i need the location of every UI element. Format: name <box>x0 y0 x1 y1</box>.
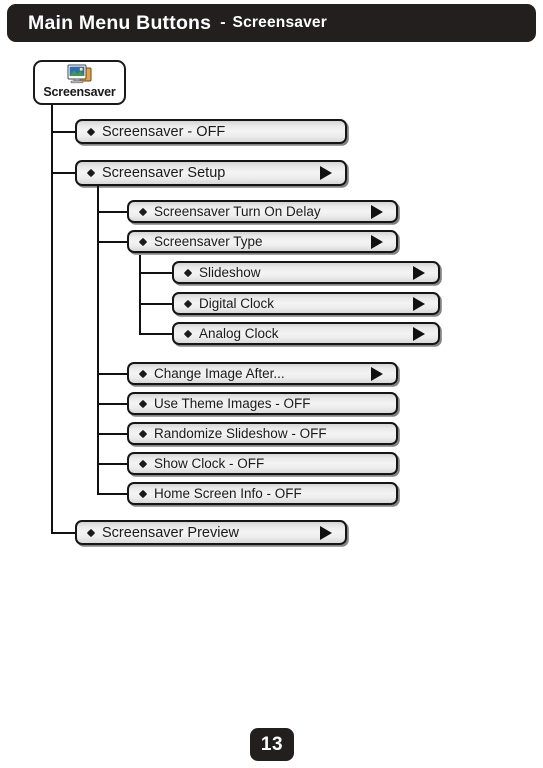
menu-item-change-image-after[interactable]: Change Image After... <box>127 362 398 385</box>
connector-level2-item3 <box>97 373 128 376</box>
root-node-label: Screensaver <box>43 85 116 99</box>
submenu-arrow-icon <box>371 234 383 249</box>
menu-item-label: Change Image After... <box>154 366 285 381</box>
menu-item-screensaver-preview[interactable]: Screensaver Preview <box>75 520 347 545</box>
diamond-bullet-icon <box>183 329 193 338</box>
menu-item-label: Home Screen Info - OFF <box>154 486 302 501</box>
diamond-bullet-icon <box>138 429 148 438</box>
page-number: 13 <box>260 733 284 755</box>
connector-level2-item7 <box>97 493 128 496</box>
page-number-badge: 13 <box>250 728 294 761</box>
menu-item-screensaver-setup[interactable]: Screensaver Setup <box>75 160 347 186</box>
diamond-bullet-icon <box>138 237 148 246</box>
trunk-line-level2 <box>97 186 100 495</box>
connector-level3-item1 <box>139 272 173 275</box>
diamond-bullet-icon <box>138 207 148 216</box>
menu-item-label: Screensaver Setup <box>102 165 226 181</box>
diamond-bullet-icon <box>183 268 193 277</box>
diamond-bullet-icon <box>138 459 148 468</box>
submenu-arrow-icon <box>413 265 425 280</box>
trunk-line-level3 <box>139 255 142 335</box>
menu-item-label: Screensaver Type <box>154 234 263 249</box>
menu-item-randomize-slideshow[interactable]: Randomize Slideshow - OFF <box>127 422 398 445</box>
menu-item-home-screen-info[interactable]: Home Screen Info - OFF <box>127 482 398 505</box>
menu-item-use-theme-images[interactable]: Use Theme Images - OFF <box>127 392 398 415</box>
connector-level1-item3 <box>51 532 76 535</box>
menu-item-screensaver-type[interactable]: Screensaver Type <box>127 230 398 253</box>
trunk-line-level1 <box>51 105 54 534</box>
connector-level1-item2 <box>51 172 76 175</box>
menu-item-label: Show Clock - OFF <box>154 456 265 471</box>
diamond-bullet-icon <box>86 168 96 178</box>
menu-item-screensaver-turn-on-delay[interactable]: Screensaver Turn On Delay <box>127 200 398 223</box>
menu-item-label: Use Theme Images - OFF <box>154 396 311 411</box>
diamond-bullet-icon <box>138 369 148 378</box>
connector-level2-item6 <box>97 463 128 466</box>
menu-item-screensaver-off[interactable]: Screensaver - OFF <box>75 119 347 144</box>
connector-level1-item1 <box>51 131 76 134</box>
header-subtitle: Screensaver <box>232 14 327 31</box>
menu-item-label: Digital Clock <box>199 296 275 311</box>
submenu-arrow-icon <box>413 326 425 341</box>
connector-level2-item1 <box>97 211 128 214</box>
submenu-arrow-icon <box>413 296 425 311</box>
menu-item-analog-clock[interactable]: Analog Clock <box>172 322 440 345</box>
menu-item-label: Slideshow <box>199 265 261 280</box>
connector-level2-item5 <box>97 433 128 436</box>
submenu-arrow-icon <box>371 204 383 219</box>
screensaver-picture-icon <box>67 64 93 86</box>
submenu-arrow-icon <box>320 525 332 540</box>
diamond-bullet-icon <box>86 528 96 537</box>
menu-item-label: Randomize Slideshow - OFF <box>154 426 327 441</box>
connector-level3-item3 <box>139 333 173 336</box>
diamond-bullet-icon <box>183 299 193 308</box>
submenu-arrow-icon <box>320 166 332 180</box>
menu-item-show-clock[interactable]: Show Clock - OFF <box>127 452 398 475</box>
connector-level2-item2 <box>97 241 128 244</box>
diamond-bullet-icon <box>138 399 148 408</box>
menu-item-label: Screensaver Turn On Delay <box>154 204 321 219</box>
page-title: Main Menu Buttons <box>28 11 212 34</box>
menu-item-label: Analog Clock <box>199 326 279 341</box>
connector-level3-item2 <box>139 303 173 306</box>
diamond-bullet-icon <box>138 489 148 498</box>
header-bar: Main Menu Buttons - Screensaver <box>7 4 536 42</box>
connector-level2-item4 <box>97 403 128 406</box>
submenu-arrow-icon <box>371 366 383 381</box>
menu-item-label: Screensaver Preview <box>102 524 239 541</box>
root-node-screensaver[interactable]: Screensaver <box>33 60 126 105</box>
header-separator: - <box>220 14 226 31</box>
menu-item-label: Screensaver - OFF <box>102 123 226 140</box>
menu-item-slideshow[interactable]: Slideshow <box>172 261 440 284</box>
menu-item-digital-clock[interactable]: Digital Clock <box>172 292 440 315</box>
diamond-bullet-icon <box>86 127 96 136</box>
